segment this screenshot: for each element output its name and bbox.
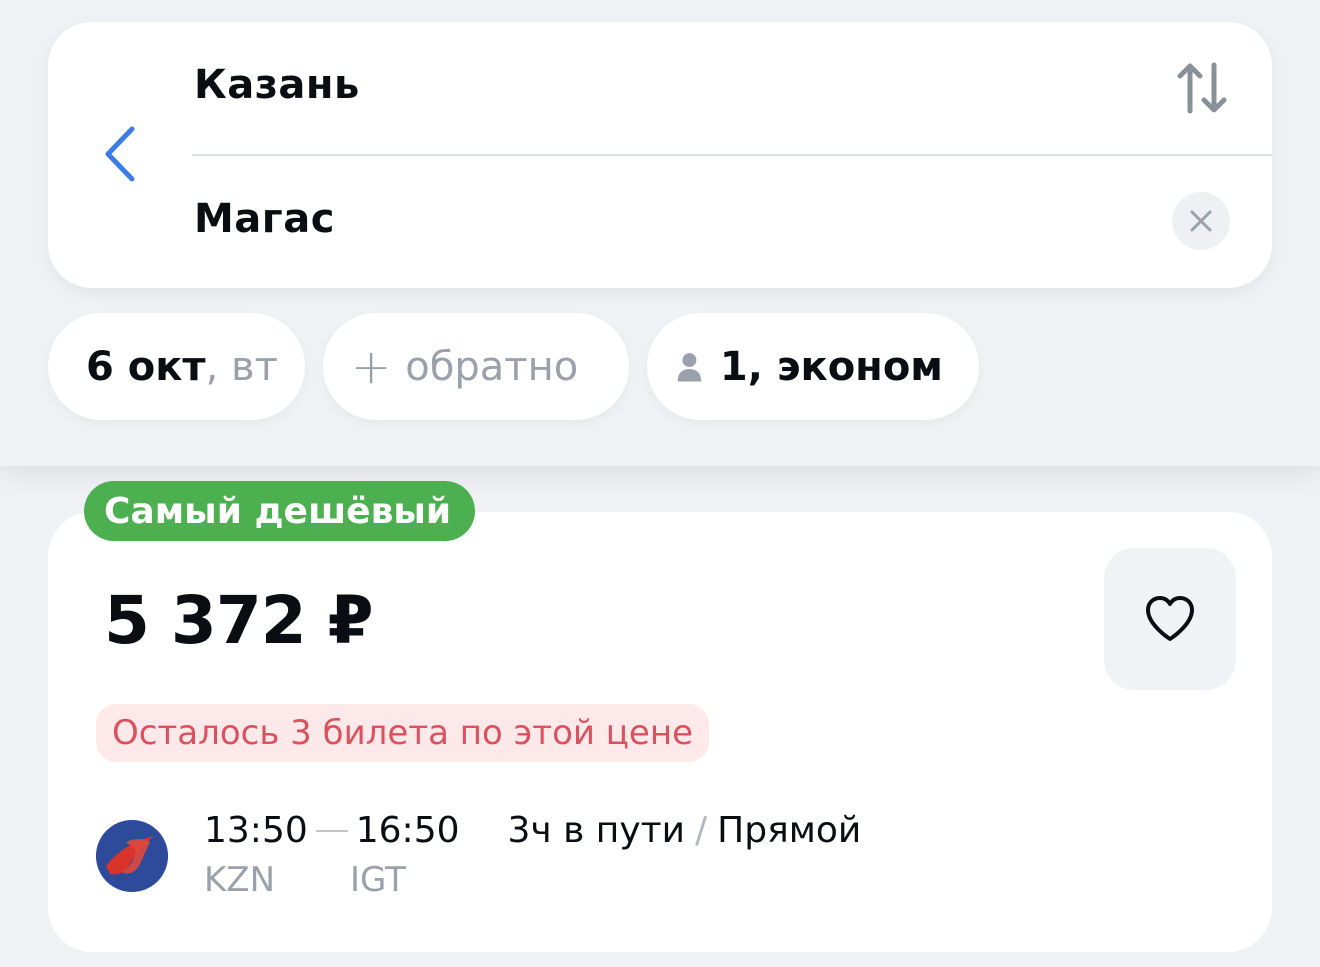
swap-arrows-icon (1177, 62, 1227, 114)
route-card: Казань Магас (48, 22, 1272, 288)
close-icon (1190, 210, 1212, 232)
cheapest-badge: Самый дешёвый (84, 481, 476, 541)
departure-date-chip[interactable]: 6 окт, вт (48, 313, 305, 420)
chevron-left-icon (105, 126, 135, 182)
ticket-card[interactable]: 5 372 ₽ Осталось 3 билета по этой цене 1… (48, 512, 1272, 952)
swap-cities-button[interactable] (1172, 58, 1232, 118)
airline-logo (96, 820, 168, 892)
date-weekday: , вт (205, 343, 278, 390)
search-panel: Казань Магас 6 окт, вт +обратно 1, экон (0, 0, 1320, 466)
airline-logo-icon (96, 820, 168, 892)
plus-icon: + (351, 338, 392, 395)
ticket-price: 5 372 ₽ (104, 582, 374, 659)
date-day: 6 окт (86, 343, 206, 390)
passengers-label: 1, эконом (719, 343, 943, 390)
origin-city-field[interactable]: Казань (194, 62, 360, 108)
arrival-time: 16:50 (355, 810, 460, 851)
favorite-button[interactable] (1104, 548, 1236, 690)
return-date-chip[interactable]: + обратно (323, 313, 629, 420)
person-icon (677, 352, 702, 382)
time-dash (315, 829, 348, 832)
flight-stops: Прямой (717, 810, 862, 851)
seats-left-badge: Осталось 3 билета по этой цене (96, 704, 709, 762)
info-separator: / (695, 810, 708, 851)
passengers-chip[interactable]: 1, эконом (647, 313, 979, 420)
route-divider (192, 154, 1272, 156)
heart-icon (1146, 596, 1194, 641)
flight-duration: 3ч в пути (507, 810, 686, 851)
flight-info-row: 13:50 16:50 3ч в пути / Прямой (204, 810, 861, 851)
destination-city-field[interactable]: Магас (194, 196, 335, 242)
clear-destination-button[interactable] (1172, 192, 1230, 250)
departure-time: 13:50 (204, 810, 308, 851)
arrival-airport-code: IGT (350, 860, 406, 900)
departure-airport-code: KZN (204, 860, 276, 900)
return-label: обратно (405, 343, 579, 390)
back-button[interactable] (92, 118, 148, 190)
